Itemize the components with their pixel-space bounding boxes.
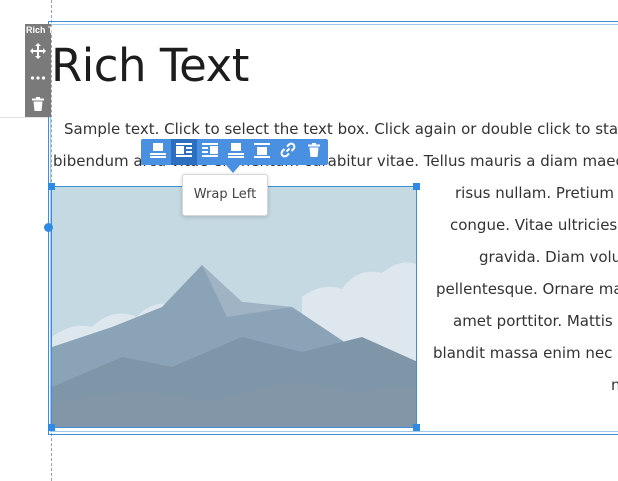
resize-handle-top-right[interactable] <box>413 183 420 190</box>
text-line: bibendum arcu vitae elementum curabitur … <box>53 152 618 170</box>
text-line: blandit massa enim nec d <box>433 344 618 362</box>
text-line: Sample text. Click to select the text bo… <box>64 120 618 138</box>
page-title: Rich Text <box>51 39 249 92</box>
resize-handle-left[interactable] <box>44 223 53 232</box>
align-bottom-button[interactable] <box>249 139 275 165</box>
align-top-icon <box>150 142 166 163</box>
text-line: amet porttitor. Mattis <box>453 312 613 330</box>
wrap-none-button[interactable] <box>145 139 171 165</box>
delete-button[interactable] <box>301 139 327 165</box>
move-icon[interactable] <box>28 41 48 61</box>
tooltip: Wrap Left <box>182 174 268 216</box>
wrap-left-icon <box>176 142 192 163</box>
image-placeholder[interactable] <box>51 186 417 428</box>
trash-icon[interactable] <box>28 94 48 114</box>
text-line: gravida. Diam volu <box>479 248 618 266</box>
link-icon <box>280 142 296 163</box>
wrap-right-button[interactable] <box>197 139 223 165</box>
resize-handle-bottom-right[interactable] <box>413 424 420 431</box>
text-line: congue. Vitae ultricies l <box>450 216 618 234</box>
text-line: pellentesque. Ornare ma <box>436 280 618 298</box>
align-top-button[interactable] <box>223 139 249 165</box>
widget-label: Rich Text <box>26 25 52 35</box>
image-toolbar <box>141 139 328 165</box>
widget-side-bar: Rich Text <box>25 24 52 117</box>
mountain-landscape-image <box>52 187 416 427</box>
trash-icon <box>308 142 320 162</box>
align-bottom-icon <box>254 142 270 163</box>
wrap-left-button[interactable] <box>171 139 197 165</box>
more-options-icon[interactable] <box>28 68 48 88</box>
wrap-right-icon <box>202 142 218 163</box>
text-line: risus nullam. Pretium f <box>455 184 618 202</box>
text-line: n <box>611 376 618 394</box>
link-button[interactable] <box>275 139 301 165</box>
horizontal-guide <box>0 117 52 118</box>
resize-handle-bottom-left[interactable] <box>48 424 55 431</box>
resize-handle-top-left[interactable] <box>48 183 55 190</box>
align-top-icon <box>228 142 244 163</box>
toolbar-caret <box>226 165 240 173</box>
